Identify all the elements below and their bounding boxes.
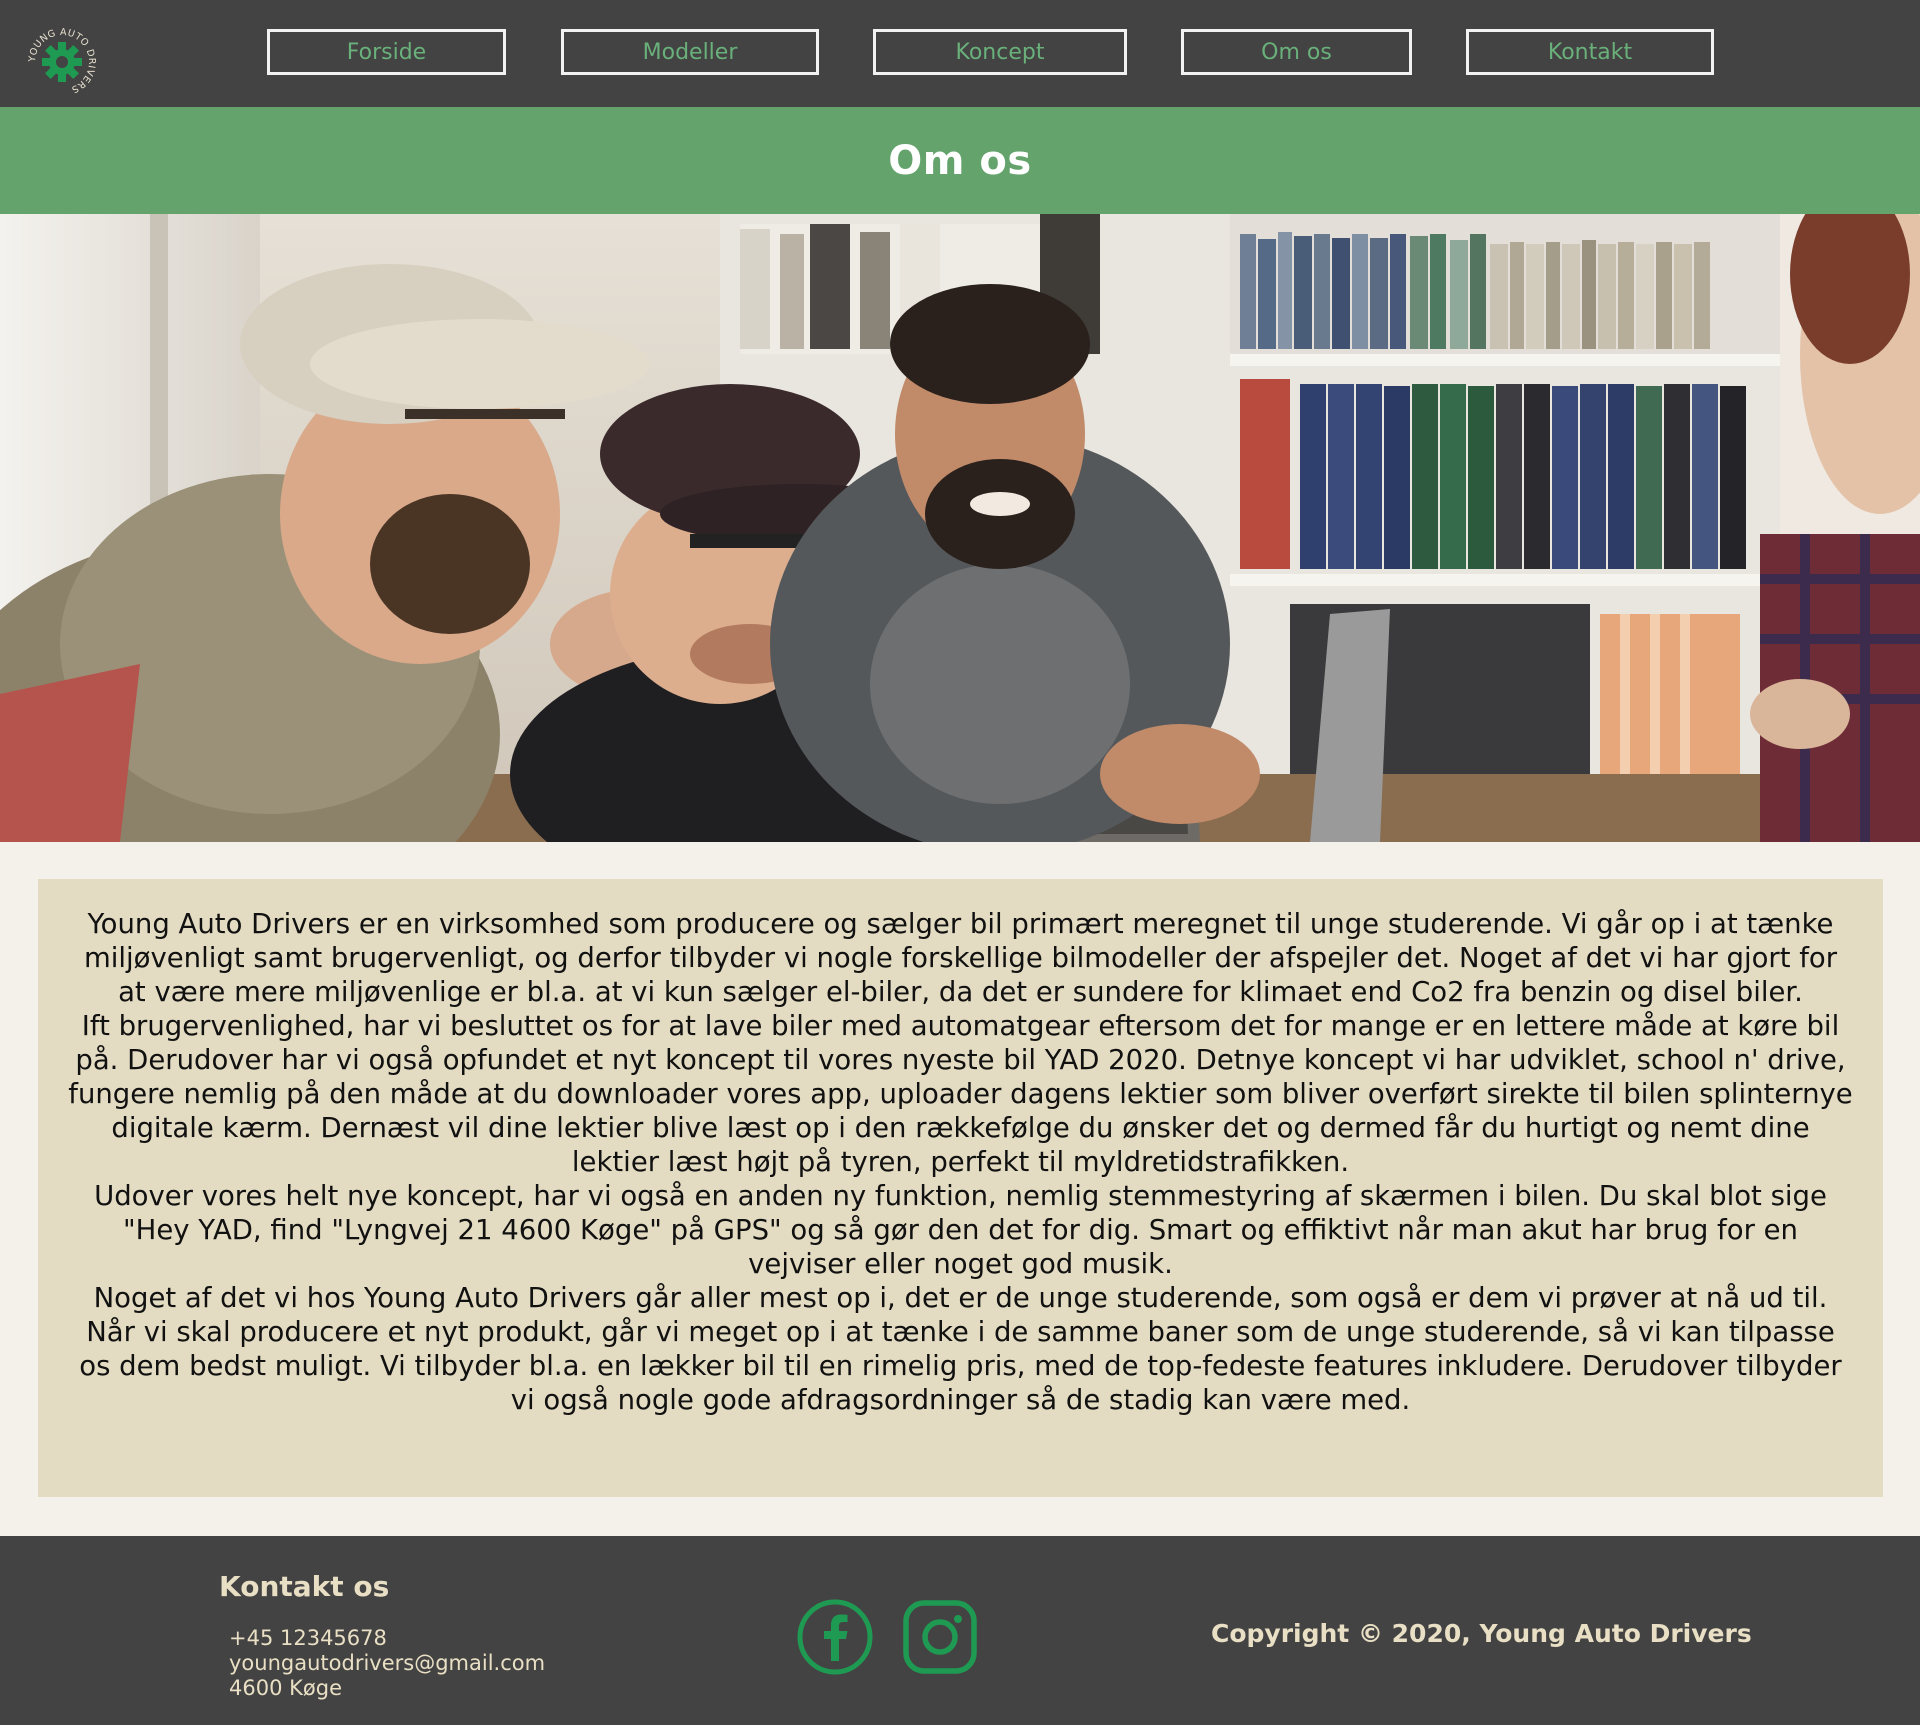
- hero-image: [0, 214, 1920, 842]
- contact-phone[interactable]: +45 12345678: [229, 1626, 545, 1651]
- facebook-icon[interactable]: [797, 1599, 873, 1675]
- nav-koncept[interactable]: Koncept: [873, 29, 1127, 75]
- contact-city: 4600 Køge: [229, 1676, 342, 1700]
- nav-modeller[interactable]: Modeller: [561, 29, 819, 75]
- nav-kontakt[interactable]: Kontakt: [1466, 29, 1714, 75]
- instagram-icon[interactable]: [902, 1599, 978, 1675]
- footer: Kontakt os +45 12345678 youngautodrivers…: [0, 1536, 1920, 1725]
- top-navigation-bar: YOUNG AUTO DRIVERS Forside Modeller Konc…: [0, 0, 1920, 107]
- about-paragraph: Young Auto Drivers er en virksomhed som …: [83, 908, 1838, 1008]
- page-title-banner: Om os: [0, 107, 1920, 214]
- about-paragraph: Ift brugervenlighed, har vi besluttet os…: [68, 1010, 1853, 1178]
- contact-email[interactable]: youngautodrivers@gmail.com: [229, 1651, 545, 1676]
- hero-photo-illustration: [0, 214, 1920, 842]
- nav-forside[interactable]: Forside: [267, 29, 506, 75]
- logo-gear-icon[interactable]: YOUNG AUTO DRIVERS: [26, 26, 98, 98]
- about-paragraph: Noget af det vi hos Young Auto Drivers g…: [79, 1282, 1842, 1416]
- about-text-panel: Young Auto Drivers er en virksomhed som …: [38, 879, 1883, 1497]
- nav-om-os[interactable]: Om os: [1181, 29, 1412, 75]
- about-paragraph: Udover vores helt nye koncept, har vi og…: [94, 1180, 1827, 1280]
- page-title: Om os: [888, 137, 1032, 184]
- copyright-text: Copyright © 2020, Young Auto Drivers: [1211, 1619, 1752, 1648]
- contact-details: +45 12345678 youngautodrivers@gmail.com …: [229, 1626, 545, 1701]
- contact-heading: Kontakt os: [219, 1570, 390, 1603]
- about-copy: Young Auto Drivers er en virksomhed som …: [68, 907, 1853, 1417]
